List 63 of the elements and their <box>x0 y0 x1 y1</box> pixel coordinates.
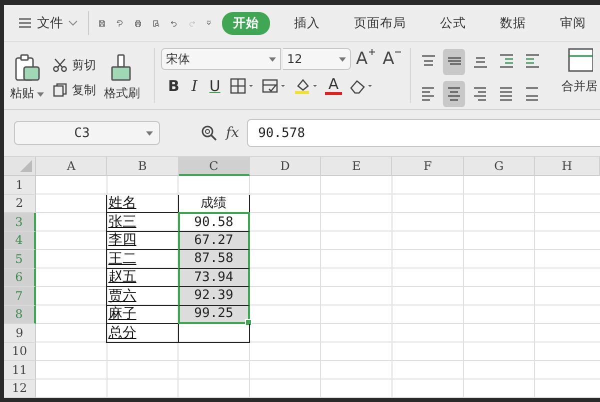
clipboard-icon <box>13 53 41 83</box>
caret-icon <box>37 92 44 97</box>
column-header[interactable]: H <box>535 157 600 176</box>
table-cell: 87.58 <box>178 250 250 268</box>
column-header[interactable]: F <box>392 157 464 176</box>
minus-icon <box>395 49 402 55</box>
fill-handle[interactable] <box>244 319 252 326</box>
table-cell: 73.94 <box>178 268 250 287</box>
row-header[interactable]: 9 <box>4 324 36 342</box>
column-header[interactable]: D <box>250 157 322 176</box>
row-header[interactable]: 12 <box>4 380 36 398</box>
menu-icon <box>18 17 32 29</box>
decrease-font-button[interactable]: A <box>380 49 404 69</box>
row-header[interactable]: 2 <box>4 194 36 213</box>
scissors-icon <box>52 57 68 73</box>
font-color-button[interactable]: A <box>325 76 342 95</box>
ribbon-tab[interactable]: 公式 <box>430 12 476 34</box>
ribbon-tab[interactable]: 审阅 <box>550 12 596 34</box>
column-header[interactable]: G <box>464 157 536 176</box>
row-header[interactable]: 1 <box>4 176 36 194</box>
borders-icon[interactable] <box>229 76 256 94</box>
row-header[interactable]: 11 <box>4 361 36 380</box>
format-painter-button[interactable]: 格式刷 <box>104 53 140 102</box>
chevron-icon <box>68 20 78 26</box>
cut-button[interactable]: 剪切 <box>52 56 96 74</box>
table-cell: 姓名 <box>106 194 179 213</box>
table-cell: 67.27 <box>178 232 250 250</box>
table-cell: 张三 <box>106 213 179 232</box>
center-align-button[interactable] <box>443 80 466 106</box>
ribbon-tab[interactable]: 插入 <box>284 12 330 34</box>
fill-color-icon[interactable] <box>293 76 320 94</box>
file-menu[interactable]: 文件 <box>18 14 78 32</box>
bold-button[interactable]: B <box>165 76 182 94</box>
table-cell: 92.39 <box>178 287 250 306</box>
ribbon-tab[interactable]: 页面布局 <box>344 12 416 34</box>
zoom-icon[interactable] <box>200 124 218 142</box>
increase-font-button[interactable]: A <box>353 49 378 69</box>
column-header[interactable]: E <box>321 157 392 176</box>
caret-icon <box>269 56 276 62</box>
font-size-field[interactable]: 12 <box>283 48 351 70</box>
table-cell: 99.25 <box>178 306 250 324</box>
copy-icon <box>52 82 68 98</box>
caret-icon <box>146 130 153 136</box>
plus-icon <box>368 49 375 55</box>
formula-field[interactable]: 90.578 <box>247 119 600 147</box>
underline-button[interactable]: U <box>206 76 224 94</box>
column-header[interactable]: B <box>107 157 179 176</box>
row-header[interactable]: 10 <box>4 342 36 361</box>
middle-align-button[interactable] <box>443 48 466 74</box>
ribbon-tab[interactable]: 数据 <box>490 12 536 34</box>
table-cell: 成绩 <box>178 194 250 213</box>
paste-button[interactable]: 粘贴 <box>10 53 44 102</box>
insert-function-button[interactable]: fx <box>226 125 240 141</box>
cell-style-icon[interactable] <box>261 76 288 94</box>
caret-icon <box>339 56 346 62</box>
table-cell: 总分 <box>106 324 179 342</box>
column-header[interactable]: A <box>36 157 108 176</box>
name-box[interactable]: C3 <box>14 121 160 145</box>
copy-button[interactable]: 复制 <box>52 82 96 98</box>
merge-center-button[interactable]: 合并居 <box>561 46 598 109</box>
font-name-field[interactable]: 宋体 <box>161 48 281 70</box>
italic-button[interactable]: I <box>188 76 200 94</box>
column-header[interactable]: C <box>178 157 250 176</box>
